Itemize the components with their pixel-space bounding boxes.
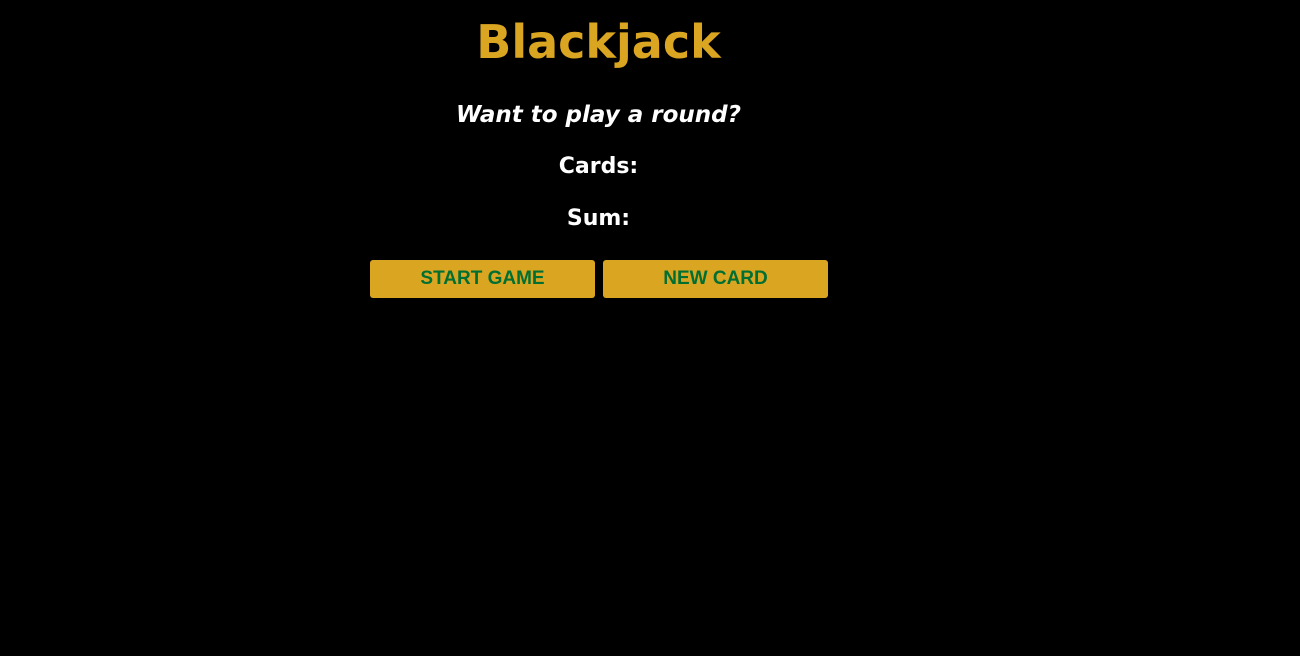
page-title: Blackjack [476, 15, 721, 69]
new-card-button[interactable]: NEW CARD [603, 260, 828, 298]
cards-label: Cards: [558, 154, 639, 179]
message-text: Want to play a round? [456, 102, 741, 128]
start-game-button[interactable]: START GAME [370, 260, 595, 298]
sum-label: Sum: [566, 206, 631, 231]
